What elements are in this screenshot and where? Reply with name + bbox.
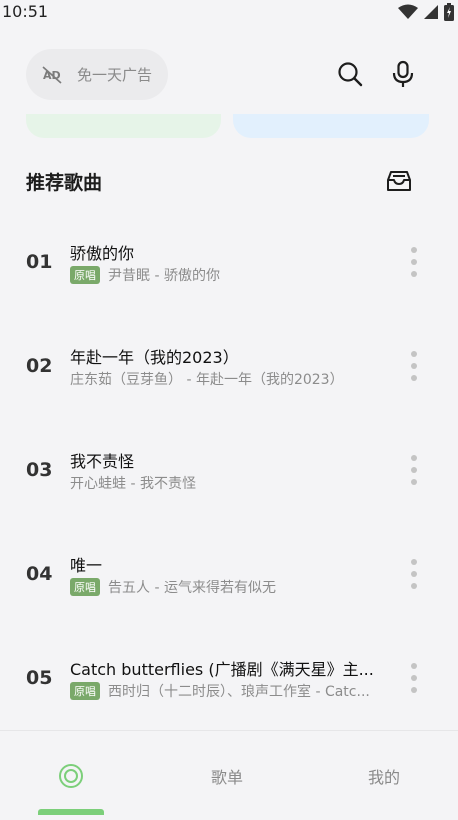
song-number: 05 <box>26 667 53 689</box>
banner-card-right[interactable] <box>233 114 429 138</box>
song-row[interactable]: 04 唯一 原唱 告五人 - 运气来得若有似无 <box>0 522 458 626</box>
song-number: 04 <box>26 563 53 585</box>
battery-icon <box>444 3 454 21</box>
no-ads-icon: AD <box>42 65 62 84</box>
song-title: 年赴一年（我的2023） <box>70 348 239 367</box>
song-number: 02 <box>26 355 53 377</box>
inbox-tray-icon[interactable] <box>386 169 412 193</box>
song-subtitle: 原唱 尹昔眠 - 骄傲的你 <box>70 265 402 285</box>
song-title: 骄傲的你 <box>70 244 135 263</box>
song-artist: 告五人 - 运气来得若有似无 <box>108 580 276 596</box>
song-title: 我不责怪 <box>70 452 135 471</box>
nav-tab-playlist[interactable]: 歌单 <box>152 731 302 820</box>
song-title: Catch butterflies (广播剧《满天星》主... <box>70 660 374 679</box>
song-row[interactable]: 01 骄傲的你 原唱 尹昔眠 - 骄傲的你 <box>0 210 458 314</box>
original-badge: 原唱 <box>70 266 100 284</box>
wifi-icon <box>398 4 418 19</box>
song-number: 03 <box>26 459 53 481</box>
active-tab-indicator <box>38 809 104 815</box>
song-subtitle: 庄东茹（豆芽鱼） - 年赴一年（我的2023） <box>70 369 402 389</box>
status-bar: 10:51 <box>0 0 458 24</box>
song-row[interactable]: 03 我不责怪 开心蛙蛙 - 我不责怪 <box>0 418 458 522</box>
more-options-icon[interactable] <box>405 351 423 381</box>
signal-icon <box>424 5 438 19</box>
search-icon[interactable] <box>337 61 363 87</box>
original-badge: 原唱 <box>70 578 100 596</box>
song-row[interactable]: 05 Catch butterflies (广播剧《满天星》主... 原唱 西时… <box>0 626 458 730</box>
nav-tab-mine-label: 我的 <box>367 768 400 787</box>
song-subtitle: 原唱 西时归（十二时辰）、琅声工作室 - Catc... <box>70 681 402 701</box>
target-circle-icon <box>59 764 83 788</box>
remove-ads-label: 免一天广告 <box>77 66 153 84</box>
song-subtitle: 开心蛙蛙 - 我不责怪 <box>70 473 402 493</box>
song-artist: 庄东茹（豆芽鱼） - 年赴一年（我的2023） <box>70 372 344 388</box>
nav-tab-home[interactable] <box>0 731 142 820</box>
song-row[interactable]: 02 年赴一年（我的2023） 庄东茹（豆芽鱼） - 年赴一年（我的2023） <box>0 314 458 418</box>
song-artist: 开心蛙蛙 - 我不责怪 <box>70 476 196 492</box>
microphone-icon[interactable] <box>390 60 416 88</box>
nav-tab-mine[interactable]: 我的 <box>310 731 458 820</box>
more-options-icon[interactable] <box>405 663 423 693</box>
song-artist: 尹昔眠 - 骄傲的你 <box>108 268 220 284</box>
remove-ads-button[interactable]: AD 免一天广告 <box>26 49 168 100</box>
bottom-nav: 歌单 我的 <box>0 730 458 820</box>
nav-tab-playlist-label: 歌单 <box>210 768 243 787</box>
status-icons <box>398 3 454 21</box>
song-subtitle: 原唱 告五人 - 运气来得若有似无 <box>70 577 402 597</box>
banner-card-left[interactable] <box>26 114 221 138</box>
original-badge: 原唱 <box>70 682 100 700</box>
song-list: 01 骄傲的你 原唱 尹昔眠 - 骄傲的你 02 年赴一年（我的2023） 庄东… <box>0 210 458 730</box>
song-number: 01 <box>26 251 53 273</box>
more-options-icon[interactable] <box>405 247 423 277</box>
status-time: 10:51 <box>2 2 49 21</box>
song-artist: 西时归（十二时辰）、琅声工作室 - Catc... <box>108 684 370 700</box>
more-options-icon[interactable] <box>405 455 423 485</box>
song-title: 唯一 <box>70 556 103 575</box>
more-options-icon[interactable] <box>405 559 423 589</box>
section-title: 推荐歌曲 <box>26 172 103 194</box>
